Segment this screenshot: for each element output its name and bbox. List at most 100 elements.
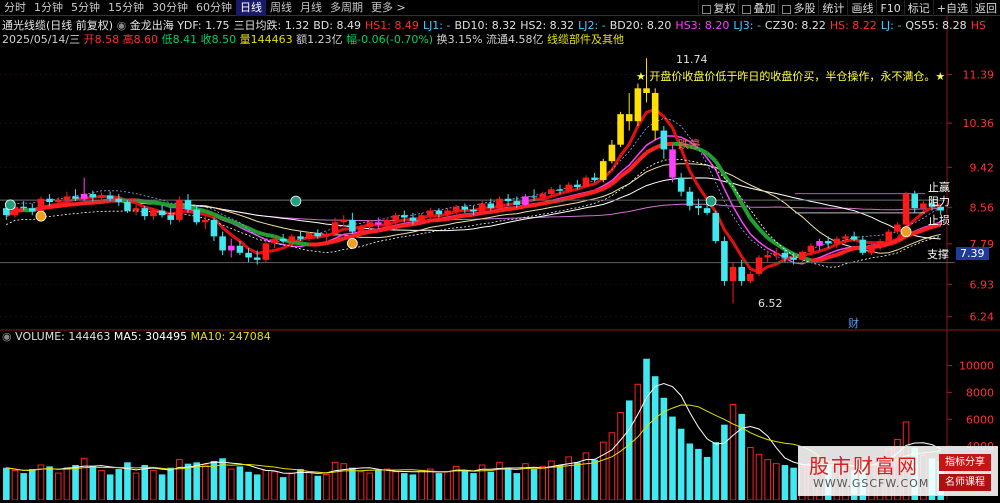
tool-button[interactable]: 统计 bbox=[818, 0, 847, 16]
candle-body bbox=[141, 208, 148, 216]
candle-body bbox=[237, 246, 244, 253]
formula-name[interactable]: 金龙出海 bbox=[130, 19, 174, 32]
period-tab[interactable]: 分时 bbox=[0, 0, 30, 16]
trend-segment bbox=[223, 218, 232, 221]
candle-body bbox=[332, 222, 339, 234]
period-tab[interactable]: 多周期 bbox=[326, 0, 367, 16]
candle-body bbox=[81, 194, 88, 199]
watermark-tag-1: 指标分享 bbox=[939, 454, 991, 471]
candle-body bbox=[159, 211, 166, 216]
chart-canvas[interactable]: 11.3910.369.428.567.796.936.241000080006… bbox=[0, 16, 1000, 500]
candle-body bbox=[652, 93, 659, 131]
tool-button[interactable]: 复权 bbox=[698, 0, 738, 16]
tool-button[interactable]: F10 bbox=[876, 0, 903, 16]
period-tab[interactable]: 1分钟 bbox=[30, 0, 67, 16]
volume-icon[interactable]: ◉ bbox=[2, 330, 12, 343]
limit-tag: 跌停 bbox=[678, 136, 700, 152]
candle-body bbox=[920, 203, 927, 208]
trend-segment bbox=[482, 212, 491, 213]
trend-segment bbox=[846, 248, 855, 251]
period-tab[interactable]: 周线 bbox=[266, 0, 296, 16]
candle-body bbox=[591, 178, 598, 180]
candle-body bbox=[98, 195, 105, 197]
volume-bar bbox=[55, 473, 61, 500]
volume-bar bbox=[557, 465, 564, 500]
candle-body bbox=[617, 114, 624, 145]
trend-segment bbox=[742, 203, 751, 218]
candle-body bbox=[254, 258, 261, 260]
volume-bar bbox=[72, 465, 79, 500]
trend-segment bbox=[448, 217, 457, 219]
trend-segment bbox=[465, 215, 474, 216]
trend-segment bbox=[422, 221, 431, 223]
support-value-box: 7.39 bbox=[956, 247, 989, 260]
volume-bar bbox=[513, 473, 520, 500]
candle-body bbox=[557, 189, 564, 190]
trend-segment bbox=[266, 235, 275, 237]
period-tab[interactable]: 5分钟 bbox=[67, 0, 104, 16]
candle-body bbox=[531, 196, 538, 197]
tool-button[interactable]: 叠加 bbox=[738, 0, 778, 16]
buy-signal-icon bbox=[706, 196, 716, 206]
period-tab[interactable]: 日线 bbox=[236, 0, 266, 16]
period-tab[interactable]: 月线 bbox=[296, 0, 326, 16]
volume-header: ◉ VOLUME: 144463 MA5: 304495 MA10: 24708… bbox=[2, 330, 271, 343]
volume-bar bbox=[177, 460, 183, 500]
candle-body bbox=[340, 220, 347, 222]
volume-bar bbox=[324, 474, 330, 500]
watermark: 股市财富网 WWW.GSCFW.COM 指标分享 名师课程 bbox=[798, 446, 998, 496]
candle-body bbox=[219, 236, 226, 250]
quote-turnover: 换3.15% bbox=[437, 33, 483, 46]
volume-bar bbox=[531, 469, 538, 500]
kline-chart[interactable]: 11.3910.369.428.567.796.936.241000080006… bbox=[0, 16, 1000, 500]
trend-segment bbox=[387, 227, 396, 229]
tool-button[interactable]: 多股 bbox=[778, 0, 818, 16]
volume-bar bbox=[574, 462, 581, 500]
volume-bar bbox=[237, 466, 244, 500]
quote-sector[interactable]: 线缆部件及其他 bbox=[547, 33, 624, 46]
volume-bar bbox=[686, 443, 693, 500]
formula-icon[interactable]: ◉ bbox=[117, 19, 127, 32]
volume-bar bbox=[445, 472, 451, 500]
trend-segment bbox=[759, 229, 768, 238]
candle-body bbox=[539, 194, 546, 197]
stock-name[interactable]: 通光线缆(日线 前复权) bbox=[2, 19, 113, 32]
volume-bar bbox=[133, 473, 139, 500]
tool-button[interactable]: +自选 bbox=[933, 0, 971, 16]
candle-body bbox=[505, 199, 512, 201]
volume-bar bbox=[272, 472, 278, 500]
trend-segment bbox=[499, 209, 508, 210]
period-tab[interactable]: 60分钟 bbox=[192, 0, 236, 16]
tool-button[interactable]: 标记 bbox=[904, 0, 933, 16]
candle-body bbox=[358, 227, 365, 232]
candle-body bbox=[860, 240, 867, 253]
candle-body bbox=[574, 185, 581, 187]
buy-signal-icon bbox=[5, 200, 15, 210]
volume-bar bbox=[151, 470, 157, 500]
candle-body bbox=[38, 199, 45, 212]
tool-button[interactable]: 画线 bbox=[847, 0, 876, 16]
trend-segment bbox=[318, 243, 327, 244]
trend-segment bbox=[101, 201, 110, 202]
volume-bar bbox=[167, 468, 174, 500]
period-tab[interactable]: 15分钟 bbox=[104, 0, 148, 16]
trend-segment bbox=[612, 176, 621, 184]
ma5-line bbox=[6, 109, 940, 272]
volume-bar bbox=[488, 472, 495, 500]
candle-body bbox=[72, 196, 79, 198]
volume-bar bbox=[748, 448, 754, 500]
tool-button[interactable]: 返回 bbox=[971, 0, 1000, 16]
volume-bar bbox=[635, 384, 641, 500]
trend-segment bbox=[889, 241, 898, 244]
volume-tick-label: 10000 bbox=[959, 359, 994, 372]
candle-body bbox=[488, 203, 495, 208]
trend-segment bbox=[378, 229, 387, 231]
tool-button-label: F10 bbox=[880, 2, 900, 15]
period-tab[interactable]: 更多 > bbox=[367, 0, 410, 16]
trend-segment bbox=[534, 204, 543, 206]
candle-body bbox=[522, 196, 529, 204]
period-tab[interactable]: 30分钟 bbox=[148, 0, 192, 16]
finance-tag[interactable]: 财 bbox=[848, 315, 859, 331]
indicator-value: YDF: 1.75 bbox=[177, 19, 229, 32]
trend-segment bbox=[508, 208, 517, 209]
